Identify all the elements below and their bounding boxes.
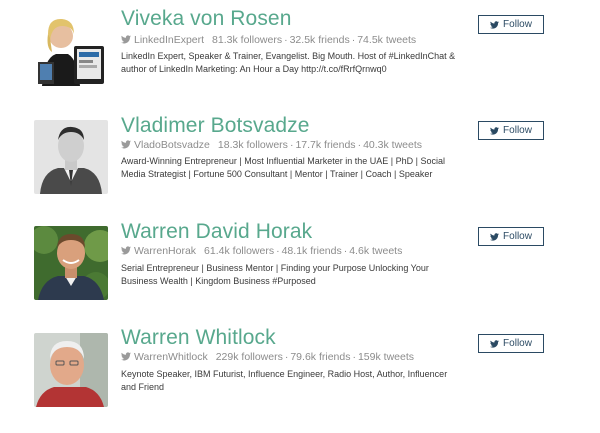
avatar-image [34,333,108,407]
avatar-image [34,120,108,194]
follow-label: Follow [503,338,532,349]
twitter-bird-icon [121,246,131,255]
twitter-bird-icon [121,352,131,361]
followers-count: 61.4k followers [204,245,275,257]
avatar[interactable] [34,226,108,300]
separator: · [289,139,294,151]
friends-count: 48.1k friends [281,245,342,257]
followers-count: 229k followers [215,351,283,363]
tweets-count: 40.3k tweets [363,139,423,151]
separator: · [284,351,289,363]
follow-button[interactable]: Follow [478,15,544,34]
profile-meta: WarrenWhitlock 229k followers · 79.6k frien… [121,351,414,363]
profile-meta: VladoBotsvadze 18.3k followers · 17.7k frie… [121,139,422,151]
twitter-bird-icon [490,20,500,29]
twitter-bird-icon [121,35,131,44]
follow-button[interactable]: Follow [478,121,544,140]
separator: · [276,245,280,257]
separator: · [343,245,348,257]
profile-meta: LinkedInExpert 81.3k followers · 32.5k frie… [121,34,416,46]
profile-handle[interactable]: LinkedInExpert [134,34,204,46]
profile-bio: Award-Winning Entrepreneur | Most Influe… [121,156,445,179]
followers-count: 81.3k followers [212,34,283,46]
separator: · [357,139,362,151]
tweets-count: 74.5k tweets [357,34,417,46]
profile-bio: Serial Entrepreneur | Business Mentor | … [121,263,429,286]
tweets-count: 4.6k tweets [349,245,403,257]
separator: · [352,351,356,363]
avatar[interactable] [34,120,108,194]
avatar-image [34,12,108,86]
friends-count: 32.5k friends [289,34,350,46]
profile-card: Viveka von Rosen LinkedInExpert 81.3k fol… [0,7,600,112]
profile-name[interactable]: Viveka von Rosen [121,7,291,31]
profile-handle[interactable]: WarrenHorak [134,245,196,257]
follow-label: Follow [503,125,532,136]
follow-button[interactable]: Follow [478,334,544,353]
profile-card: Warren Whitlock WarrenWhitlock 229k follo… [0,326,600,433]
friends-count: 79.6k friends [290,351,351,363]
profile-bio: LinkedIn Expert, Speaker & Trainer, Evan… [121,51,456,74]
avatar[interactable] [34,333,108,407]
profile-card: Vladimer Botsvadze VladoBotsvadze 18.3k f… [0,114,600,220]
profile-name[interactable]: Warren David Horak [121,220,312,244]
profile-name[interactable]: Warren Whitlock [121,326,276,350]
profile-handle[interactable]: VladoBotsvadze [134,139,210,151]
avatar-image [34,226,108,300]
profile-meta: WarrenHorak 61.4k followers · 48.1k friends… [121,245,402,257]
profile-name[interactable]: Vladimer Botsvadze [121,114,310,138]
twitter-bird-icon [121,140,131,149]
separator: · [351,34,356,46]
profile-card: Warren David Horak WarrenHorak 61.4k foll… [0,220,600,326]
profile-bio: Keynote Speaker, IBM Futurist, Influence… [121,369,448,392]
friends-count: 17.7k friends [295,139,356,151]
separator: · [284,34,288,46]
follow-button[interactable]: Follow [478,227,544,246]
follow-label: Follow [503,231,532,242]
profile-handle[interactable]: WarrenWhitlock [134,351,208,363]
tweets-count: 159k tweets [357,351,415,363]
followers-count: 18.3k followers [217,139,288,151]
twitter-bird-icon [490,339,500,348]
twitter-bird-icon [490,232,500,241]
avatar[interactable] [34,12,108,86]
follow-label: Follow [503,19,532,30]
twitter-bird-icon [490,126,500,135]
